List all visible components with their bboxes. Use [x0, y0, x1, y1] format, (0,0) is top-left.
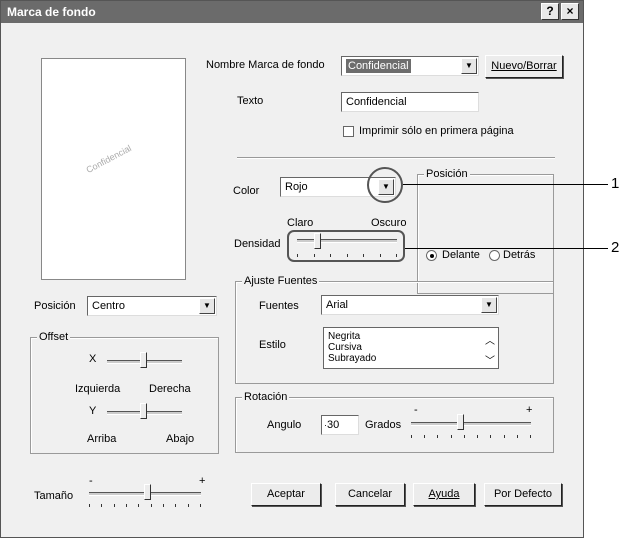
density-callout-box [287, 230, 405, 262]
offset-y-label: Y [89, 405, 97, 417]
help-button-label: Ayuda [428, 488, 460, 500]
rotation-legend: Rotación [242, 391, 290, 403]
text-label: Texto [237, 95, 264, 107]
offset-x-slider-thumb[interactable] [140, 352, 147, 368]
font-value: Arial [326, 299, 349, 311]
front-label: Delante [442, 249, 480, 261]
font-settings-legend: Ajuste Fuentes [242, 275, 320, 287]
watermark-name-label: Nombre Marca de fondo [206, 59, 325, 71]
window-title: Marca de fondo [7, 5, 96, 19]
watermark-preview: Confidencial [41, 58, 186, 280]
scroll-up-icon[interactable]: ︿ [485, 332, 495, 347]
offset-right-label: Derecha [149, 383, 191, 395]
angle-label: Angulo [267, 419, 302, 431]
help-button[interactable]: ? [541, 3, 559, 20]
default-button[interactable]: Por Defecto [484, 483, 562, 506]
font-select[interactable]: Arial ▼ [321, 295, 499, 315]
color-value: Rojo [285, 181, 308, 193]
color-label: Color [233, 185, 260, 197]
offset-left-label: Izquierda [75, 383, 121, 395]
rotation-ticks [411, 435, 531, 438]
size-label: Tamaño [34, 490, 74, 502]
first-page-only-label: Imprimir sólo en primera página [359, 125, 514, 137]
first-page-only-checkbox[interactable] [343, 126, 354, 137]
density-dark-label: Oscuro [371, 217, 407, 229]
back-label: Detrás [503, 249, 536, 261]
density-label: Densidad [234, 238, 281, 250]
chevron-down-icon[interactable]: ▼ [461, 58, 477, 74]
offset-up-label: Arriba [87, 433, 117, 445]
style-listbox[interactable]: Negrita Cursiva Subrayado ︿ ﹀ [323, 327, 499, 369]
watermark-text-value: Confidencial [346, 96, 407, 108]
title-bar: Marca de fondo ? × [1, 1, 583, 23]
style-item[interactable]: Cursiva [328, 342, 494, 353]
angle-input[interactable]: ·30 [321, 415, 359, 435]
offset-y-slider-thumb[interactable] [140, 403, 147, 419]
angle-value: 30 [327, 419, 340, 431]
font-label: Fuentes [259, 300, 299, 312]
scroll-down-icon[interactable]: ﹀ [485, 352, 495, 367]
chevron-down-icon[interactable]: ▼ [199, 298, 215, 314]
watermark-dialog: Marca de fondo ? × Confidencial Nombre M… [0, 0, 584, 538]
layer-position-group: Posición [417, 168, 554, 294]
callout-number-1: 1 [611, 175, 620, 192]
cancel-button[interactable]: Cancelar [335, 483, 405, 506]
size-minus: - [89, 475, 93, 487]
new-delete-button[interactable]: Nuevo/Borrar [485, 55, 563, 78]
rotation-plus: + [526, 404, 533, 416]
help-dialog-button[interactable]: Ayuda [413, 483, 475, 506]
color-callout-circle [367, 167, 403, 203]
new-delete-label: Nuevo/Borrar [491, 60, 557, 72]
preview-watermark-text: Confidencial [84, 142, 133, 176]
offset-x-label: X [89, 353, 97, 365]
rotation-slider-track[interactable] [411, 422, 531, 426]
style-label: Estilo [259, 339, 286, 351]
front-radio[interactable] [426, 250, 437, 261]
density-light-label: Claro [287, 217, 314, 229]
position-select[interactable]: Centro ▼ [87, 296, 217, 316]
watermark-text-input[interactable]: Confidencial [341, 92, 479, 112]
layer-position-legend: Posición [424, 168, 470, 180]
style-item[interactable]: Negrita [328, 331, 494, 342]
watermark-name-value: Confidencial [346, 59, 411, 73]
back-radio[interactable] [489, 250, 500, 261]
offset-down-label: Abajo [166, 433, 195, 445]
divider [237, 157, 555, 159]
offset-legend: Offset [37, 331, 71, 343]
size-ticks [89, 504, 201, 507]
size-slider-thumb[interactable] [144, 484, 151, 500]
callout-line-2 [405, 248, 608, 249]
callout-number-2: 2 [611, 239, 620, 256]
degrees-label: Grados [365, 419, 402, 431]
callout-line-1 [403, 184, 608, 185]
style-item[interactable]: Subrayado [328, 353, 494, 364]
rotation-minus: - [414, 404, 418, 416]
watermark-name-select[interactable]: Confidencial ▼ [341, 56, 479, 76]
accept-button[interactable]: Aceptar [251, 483, 321, 506]
position-value: Centro [92, 300, 126, 312]
chevron-down-icon[interactable]: ▼ [481, 297, 497, 313]
rotation-slider-thumb[interactable] [457, 414, 464, 430]
position-label: Posición [34, 300, 76, 312]
close-button[interactable]: × [561, 3, 579, 20]
size-plus: + [199, 475, 206, 487]
